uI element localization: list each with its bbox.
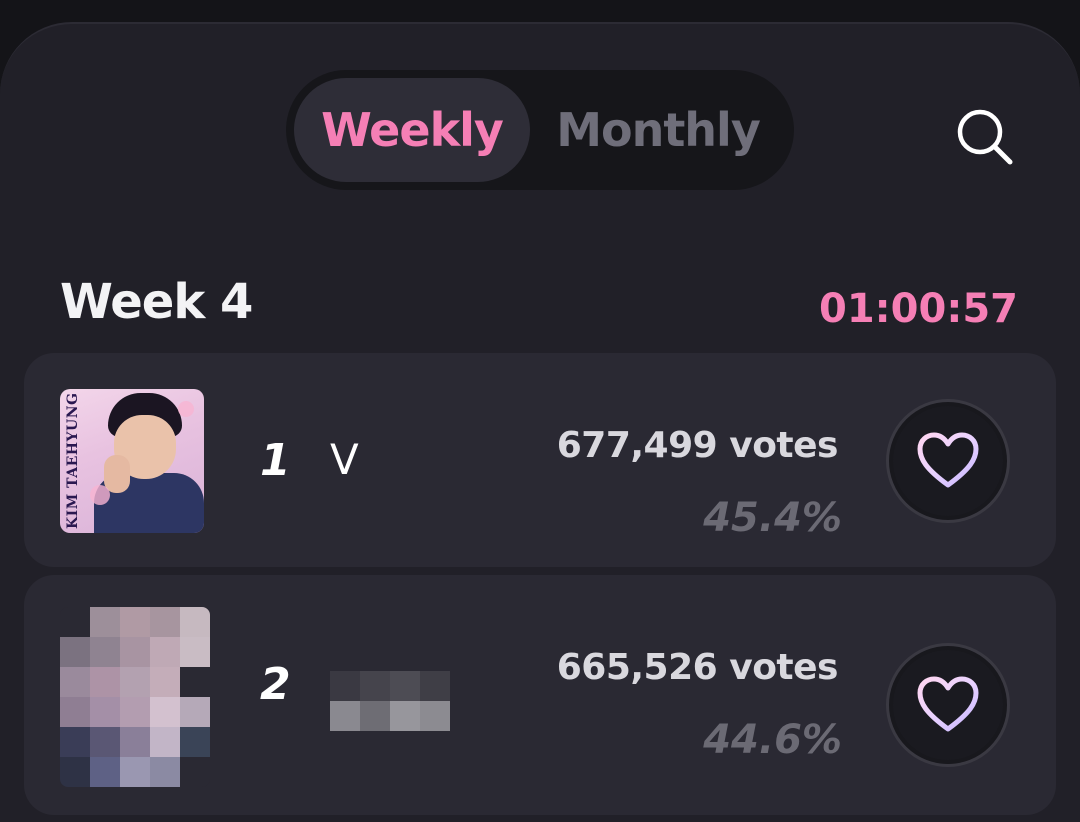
vote-percent: 44.6% xyxy=(703,717,842,763)
vote-percent: 45.4% xyxy=(703,495,842,541)
ranking-row[interactable]: 2 665,526 votes 44.6% xyxy=(24,575,1056,815)
heart-icon xyxy=(917,676,979,732)
vote-button[interactable] xyxy=(886,643,1010,767)
search-icon xyxy=(957,109,1013,165)
rank-number: 2 xyxy=(260,659,291,710)
artist-photo: KIM TAEHYUNG xyxy=(60,389,204,533)
vote-button[interactable] xyxy=(886,399,1010,523)
artist-name-blurred xyxy=(330,671,450,731)
search-button[interactable] xyxy=(952,104,1016,168)
tab-weekly[interactable]: Weekly xyxy=(294,78,530,182)
photo-caption: KIM TAEHYUNG xyxy=(65,392,81,530)
tab-monthly[interactable]: Monthly xyxy=(548,78,768,182)
week-title: Week 4 xyxy=(60,274,253,330)
ranking-row[interactable]: KIM TAEHYUNG 1 V 677,499 votes 45.4% xyxy=(24,353,1056,567)
vote-count: 677,499 votes xyxy=(556,425,839,466)
countdown-timer: 01:00:57 xyxy=(819,286,1018,332)
period-tab-switch: Weekly Monthly xyxy=(286,70,794,190)
artist-name: V xyxy=(330,435,359,484)
rank-number: 1 xyxy=(260,435,291,486)
artist-photo-blurred xyxy=(60,607,210,787)
vote-count: 665,526 votes xyxy=(556,647,839,688)
heart-icon xyxy=(917,432,979,488)
